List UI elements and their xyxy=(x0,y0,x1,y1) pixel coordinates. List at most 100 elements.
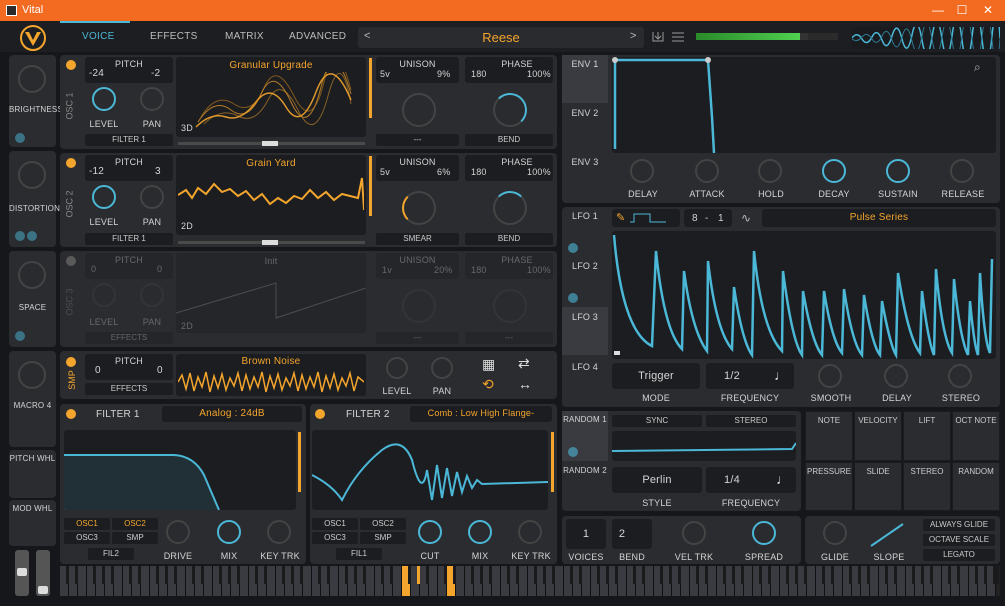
tab-lfo-4[interactable]: LFO 4 xyxy=(562,362,608,372)
env-1-graph[interactable]: ⌕ xyxy=(612,57,996,154)
osc-1-wavetable-name[interactable]: Granular Upgrade xyxy=(176,60,366,71)
piano-white-key[interactable] xyxy=(618,566,627,596)
piano-white-key[interactable] xyxy=(366,566,375,596)
filter-2-response[interactable] xyxy=(311,430,549,510)
filter-1-enable-toggle[interactable] xyxy=(66,409,76,419)
mod-source-pressure[interactable]: PRESSURE xyxy=(805,462,853,511)
macro-1-mod-icon[interactable] xyxy=(15,133,25,143)
preset-next-icon[interactable]: > xyxy=(630,30,636,42)
mod-wheel[interactable]: MOD WHL xyxy=(9,500,56,546)
lfo-trigger-mode[interactable]: Trigger xyxy=(612,363,700,389)
osc-2-frame-slider[interactable] xyxy=(178,240,365,245)
random-style[interactable]: Perlin xyxy=(612,467,702,493)
sample-pitch[interactable]: PITCH 0 0 xyxy=(85,354,173,380)
filter-1-src-osc2[interactable]: OSC2 xyxy=(112,518,158,530)
osc-2-dim-toggle[interactable]: 2D xyxy=(181,221,193,231)
tab-env-3[interactable]: ENV 3 xyxy=(562,157,608,167)
osc-2-destination[interactable]: FILTER 1 xyxy=(85,233,173,245)
maximize-button[interactable]: ☐ xyxy=(952,2,972,18)
minimize-button[interactable]: — xyxy=(928,2,948,18)
menu-icon[interactable] xyxy=(671,31,685,43)
osc-1-phase-random[interactable]: 100% xyxy=(527,69,551,79)
osc-1-pitch-transpose[interactable]: -24 xyxy=(89,68,104,79)
sample-waveform[interactable]: Brown Noise xyxy=(176,354,366,396)
piano-white-key[interactable] xyxy=(456,566,465,596)
piano-white-key[interactable] xyxy=(555,566,564,596)
glide-knob[interactable] xyxy=(823,521,847,545)
macro-4[interactable]: MACRO 4 xyxy=(9,351,56,447)
tab-lfo-2[interactable]: LFO 2 xyxy=(562,261,608,271)
osc-3-pan-knob[interactable] xyxy=(140,283,164,307)
tab-env-1[interactable]: ENV 1 xyxy=(562,59,608,69)
piano-white-key[interactable] xyxy=(933,566,942,596)
filter-2-enable-toggle[interactable] xyxy=(315,409,325,419)
lfo-frequency[interactable]: 1/2 ♩ xyxy=(706,363,794,389)
osc-2-pitch[interactable]: PITCH -12 3 xyxy=(85,155,173,181)
osc-2-distortion-knob[interactable] xyxy=(493,191,527,225)
macro-1[interactable]: BRIGHTNESS xyxy=(9,55,63,147)
filter-1-src-fil2[interactable]: FIL2 xyxy=(88,548,134,560)
tab-matrix[interactable]: MATRIX xyxy=(225,31,264,42)
zoom-icon[interactable]: ⌕ xyxy=(974,60,981,75)
lfo-delay-knob[interactable] xyxy=(884,364,908,388)
piano-white-key[interactable] xyxy=(303,566,312,596)
tab-lfo-3[interactable]: LFO 3 xyxy=(562,312,608,322)
tab-env-2[interactable]: ENV 2 xyxy=(562,108,608,118)
piano-white-key[interactable] xyxy=(771,566,780,596)
filter-1-drive-knob[interactable] xyxy=(166,520,190,544)
piano-white-key[interactable] xyxy=(681,566,690,596)
bend-range[interactable]: 2 xyxy=(612,519,652,549)
piano-white-key[interactable] xyxy=(78,566,87,596)
osc-2-unison[interactable]: UNISON 5v 6% xyxy=(376,155,459,181)
osc-1-unison-voices[interactable]: 5v xyxy=(380,69,390,79)
osc-2-spectral-mode[interactable]: SMEAR xyxy=(376,233,459,245)
piano-white-key[interactable] xyxy=(393,566,402,596)
osc-3-distortion-mode[interactable]: --- xyxy=(465,332,553,344)
octave-scale-toggle[interactable]: OCTAVE SCALE xyxy=(923,534,995,546)
piano-white-key[interactable] xyxy=(519,566,528,596)
osc-1-destination[interactable]: FILTER 1 xyxy=(85,134,173,146)
osc-2-unison-detune[interactable]: 6% xyxy=(437,167,450,177)
filter-1-response[interactable] xyxy=(64,430,296,511)
filter-2-src-smp[interactable]: SMP xyxy=(360,532,406,544)
filter-1-mix-knob[interactable] xyxy=(217,520,241,544)
mod-source-velocity[interactable]: VELOCITY xyxy=(854,411,902,461)
osc-2-level-knob[interactable] xyxy=(92,185,116,209)
curve-icon[interactable]: ∿ xyxy=(741,211,751,225)
osc-2-enable-toggle[interactable] xyxy=(66,158,76,168)
sample-enable-toggle[interactable] xyxy=(66,357,76,367)
mod-source-random[interactable]: RANDOM xyxy=(952,462,1000,511)
lfo-smooth-mode[interactable]: ✎ xyxy=(612,209,680,227)
piano-white-key[interactable] xyxy=(492,566,501,596)
filter-1-src-osc1[interactable]: OSC1 xyxy=(64,518,110,530)
piano-black-key[interactable] xyxy=(993,566,999,584)
filter-2-cut-knob[interactable] xyxy=(418,520,442,544)
osc-2-wavetable[interactable]: Grain Yard 2D xyxy=(176,155,366,235)
osc-2-phase[interactable]: PHASE 180 100% xyxy=(465,155,553,181)
sample-pan-knob[interactable] xyxy=(431,357,453,379)
tab-effects[interactable]: EFFECTS xyxy=(150,31,198,42)
piano-white-key[interactable] xyxy=(870,566,879,596)
piano-white-key[interactable] xyxy=(177,566,186,596)
vel-trk-knob[interactable] xyxy=(682,521,706,545)
osc-1-pitch-tune[interactable]: -2 xyxy=(151,68,160,79)
osc-1-phase[interactable]: PHASE 180 100% xyxy=(465,57,553,83)
osc-1-spectral-mode[interactable]: --- xyxy=(376,134,459,146)
filter-1-keytrk-knob[interactable] xyxy=(267,520,291,544)
osc-2-wavetable-name[interactable]: Grain Yard xyxy=(176,158,366,169)
preset-selector[interactable]: < Reese > xyxy=(358,27,644,48)
piano-white-key[interactable] xyxy=(897,566,906,596)
piano-white-key[interactable] xyxy=(960,566,969,596)
mod-source-stereo[interactable]: STEREO xyxy=(903,462,951,511)
piano-white-key[interactable] xyxy=(240,566,249,596)
env-attack-knob[interactable] xyxy=(695,159,719,183)
piano-white-key[interactable] xyxy=(582,566,591,596)
bounce-icon[interactable]: ↔ xyxy=(518,376,532,392)
lfo-shape-selector[interactable]: Pulse Series xyxy=(762,209,996,227)
env-hold-knob[interactable] xyxy=(758,159,782,183)
macro-1-knob[interactable] xyxy=(18,65,46,93)
close-button[interactable]: ✕ xyxy=(978,2,998,18)
piano-white-key[interactable] xyxy=(330,566,339,596)
filter-2-src-fil1[interactable]: FIL1 xyxy=(336,548,382,560)
tab-random-1[interactable]: RANDOM 1 xyxy=(562,415,608,424)
